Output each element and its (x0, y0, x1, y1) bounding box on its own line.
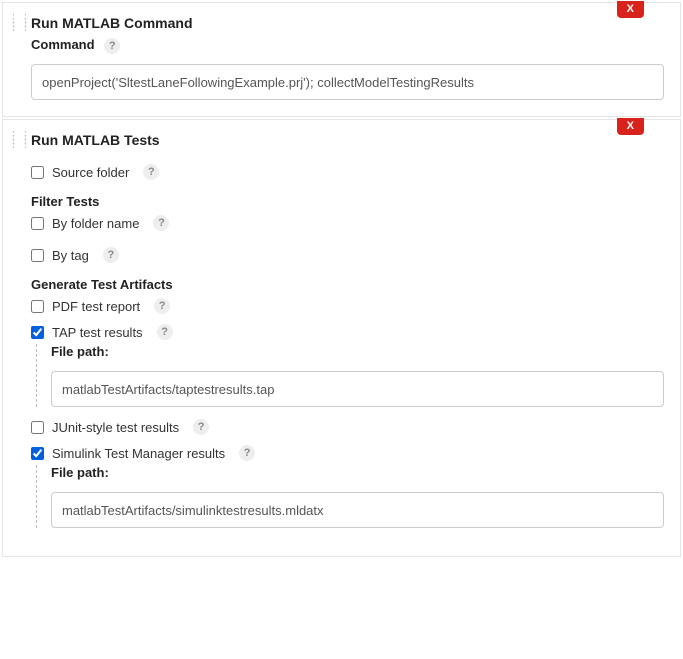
source-folder-checkbox[interactable] (31, 166, 44, 179)
help-icon[interactable]: ? (143, 164, 159, 180)
tap-path-input[interactable] (51, 371, 664, 407)
tap-results-checkbox[interactable] (31, 326, 44, 339)
artifacts-heading: Generate Test Artifacts (31, 277, 664, 292)
by-tag-label: By tag (52, 248, 89, 263)
by-folder-label: By folder name (52, 216, 139, 231)
simulink-results-label: Simulink Test Manager results (52, 446, 225, 461)
simulink-results-checkbox[interactable] (31, 447, 44, 460)
filter-tests-heading: Filter Tests (31, 194, 664, 209)
junit-results-checkbox[interactable] (31, 421, 44, 434)
by-tag-checkbox[interactable] (31, 249, 44, 262)
block-run-matlab-command: ⋮⋮⋮⋮⋮⋮ X Run MATLAB Command Command ? (2, 2, 681, 117)
block-title: Run MATLAB Command (31, 15, 664, 31)
help-icon[interactable]: ? (103, 247, 119, 263)
by-folder-checkbox[interactable] (31, 217, 44, 230)
source-folder-label: Source folder (52, 165, 129, 180)
help-icon[interactable]: ? (153, 215, 169, 231)
simulink-nested: File path: (36, 465, 664, 528)
pdf-report-label: PDF test report (52, 299, 140, 314)
pdf-report-checkbox[interactable] (31, 300, 44, 313)
help-icon[interactable]: ? (239, 445, 255, 461)
block-title: Run MATLAB Tests (31, 132, 664, 148)
drag-handle-icon[interactable]: ⋮⋮⋮⋮⋮⋮ (8, 134, 18, 146)
junit-results-label: JUnit-style test results (52, 420, 179, 435)
delete-button[interactable]: X (617, 118, 644, 135)
simulink-path-input[interactable] (51, 492, 664, 528)
block-run-matlab-tests: ⋮⋮⋮⋮⋮⋮ X Run MATLAB Tests Source folder … (2, 119, 681, 557)
help-icon[interactable]: ? (193, 419, 209, 435)
help-icon[interactable]: ? (104, 38, 120, 54)
help-icon[interactable]: ? (157, 324, 173, 340)
tap-results-label: TAP test results (52, 325, 143, 340)
delete-button[interactable]: X (617, 1, 644, 18)
drag-handle-icon[interactable]: ⋮⋮⋮⋮⋮⋮ (8, 17, 18, 29)
help-icon[interactable]: ? (154, 298, 170, 314)
tap-nested: File path: (36, 344, 664, 407)
command-label: Command (31, 37, 95, 52)
simulink-path-label: File path: (51, 465, 664, 480)
command-input[interactable] (31, 64, 664, 100)
tap-path-label: File path: (51, 344, 664, 359)
